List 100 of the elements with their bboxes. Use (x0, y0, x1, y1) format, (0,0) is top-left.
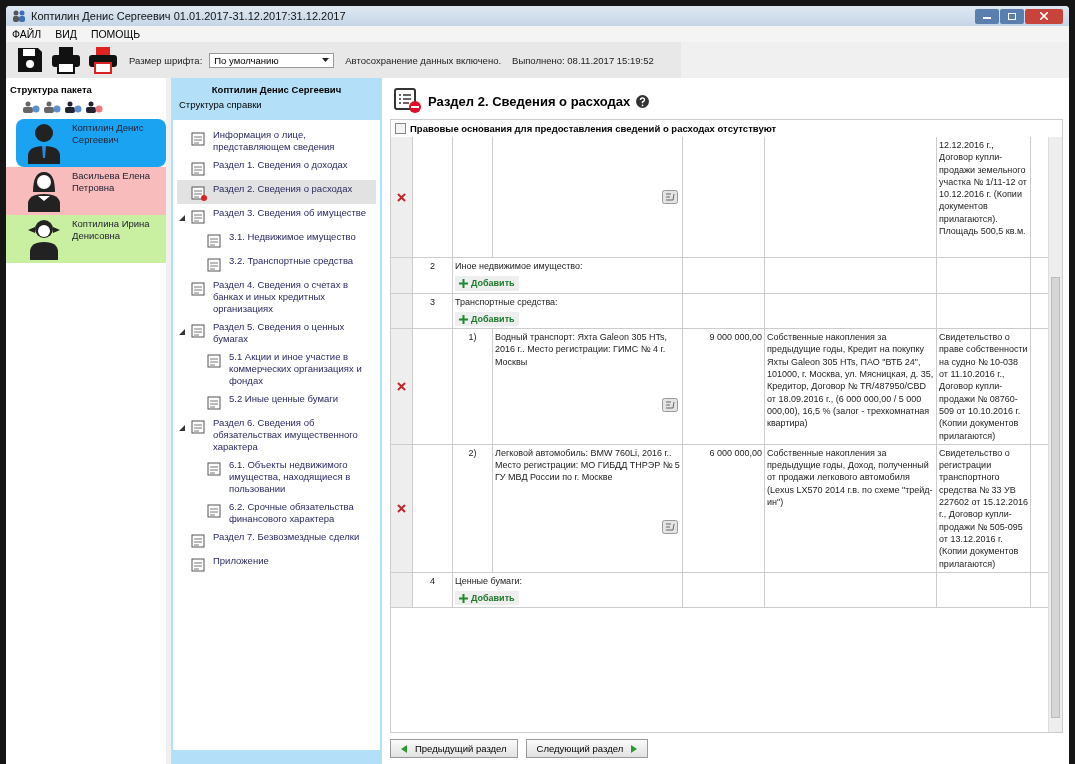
print-icon[interactable] (51, 46, 81, 74)
document-icon (207, 461, 223, 477)
panel-title: Структура пакета (9, 83, 93, 97)
table-cell: 1) (453, 329, 493, 444)
tree-item-label: Раздел 5. Сведения о ценных бумагах (213, 321, 346, 345)
tree-item[interactable]: 6.2. Срочные обязательства финансового характера (177, 498, 376, 528)
no-grounds-checkbox[interactable]: Правовые основания для предоставления сведений о расходах отсутствуют (391, 120, 1062, 137)
print-icon[interactable] (88, 46, 118, 74)
previous-section-button[interactable]: Предыдущий раздел (390, 739, 518, 758)
minimize-button[interactable] (975, 8, 999, 24)
tree-item-label: 3.1. Недвижимое имущество (229, 231, 356, 243)
people-icon (12, 10, 26, 22)
table-cell: 9 000 000,00 (683, 329, 765, 444)
add-button[interactable]: Добавить (455, 276, 519, 291)
table-cell: 12.12.2016 г., Договор купли-продажи земельного участка № 1/11-12 от 10.12.2016 г. (Копии документов прилагаются). Площадь 500,5 кв.м. (937, 137, 1031, 257)
left-arrow-icon (401, 744, 407, 753)
window-title: Коптилин Денис Сергеевич 01.01.2017-31.12.2017:31.12.2017 (31, 10, 346, 22)
delete-icon[interactable] (397, 503, 406, 513)
menu-item[interactable]: ПОМОЩЬ (90, 28, 141, 40)
description-text: Легковой автомобиль: BMW 760Li, 2016 г.. Место регистрации: МО ГИБДД ТНРЭР № 5 ГУ МВД России по г. Москве (495, 446, 680, 484)
person-add-icon[interactable] (64, 101, 82, 113)
tree-item[interactable]: Раздел 2. Сведения о расходах (177, 180, 376, 204)
font-size-label: Размер шрифта: (129, 54, 203, 66)
next-section-button[interactable]: Следующий раздел (525, 739, 649, 758)
tree-item-label: 5.1 Акции и иное участие в коммерческих организациях и фондах (229, 351, 363, 387)
tree-item-label: Информация о лице, представляющем сведения (213, 129, 336, 153)
expand-arrow-icon[interactable] (179, 215, 185, 221)
plus-icon (459, 278, 468, 288)
scrollbar[interactable] (1048, 137, 1062, 732)
family-member[interactable]: Коптилина Ирина Денисовна (6, 215, 166, 263)
description-text: Водный транспорт: Яхта Galeon 305 HTs, 2016 г.. Место регистрации: ГИМС № 4 г. Москвы (495, 331, 668, 369)
edit-icon[interactable] (662, 519, 678, 534)
family-member[interactable]: Васильева Елена Петровна (6, 167, 166, 215)
maximize-button[interactable] (1000, 8, 1024, 24)
save-icon[interactable] (16, 46, 44, 74)
tree-item[interactable]: Раздел 3. Сведения об имуществе (177, 204, 376, 228)
document-icon (191, 323, 207, 339)
tree-item[interactable]: Раздел 6. Сведения об обязательствах имущественного характера (177, 414, 376, 456)
tree-item-label: Раздел 3. Сведения об имуществе (213, 207, 367, 219)
plus-icon (459, 593, 468, 603)
category-label: Иное недвижимое имущество: (455, 260, 584, 273)
menu-item[interactable]: ФАЙЛ (12, 28, 42, 40)
tree-item[interactable]: 5.1 Акции и иное участие в коммерческих организациях и фондах (177, 348, 376, 390)
tree-item[interactable]: Приложение (177, 552, 376, 576)
expand-arrow-icon[interactable] (179, 329, 185, 335)
menu-item[interactable]: ВИД (55, 28, 77, 40)
expand-arrow-icon[interactable] (179, 425, 185, 431)
panel-subtitle: Структура справки (178, 99, 263, 112)
close-icon (1040, 12, 1048, 20)
document-icon (191, 533, 207, 549)
member-name: Коптилина Ирина Денисовна (72, 218, 151, 242)
add-button[interactable]: Добавить (455, 311, 519, 327)
delete-icon[interactable] (397, 192, 406, 202)
tree-item-label: 5.2 Иные ценные бумаги (229, 393, 338, 405)
right-arrow-icon (631, 744, 638, 753)
tree-item[interactable]: 6.1. Объекты недвижимого имущества, находящиеся в пользовании (177, 456, 376, 498)
edit-icon[interactable] (662, 397, 678, 412)
tree-item[interactable]: Раздел 1. Сведения о доходах (177, 156, 376, 180)
avatar-silhouette-icon (26, 218, 62, 260)
tree-item-label: Раздел 4. Сведения о счетах в банках и иных кредитных организациях (213, 279, 350, 315)
document-icon (191, 419, 207, 435)
table-cell: 2 (413, 258, 453, 293)
table-cell: Собственные накопления за предыдущие годы, Доход, полученный от продажи легкового автомобиля (Lexus LX570 2014 г.в. по схеме "трейд-ин") (765, 444, 937, 572)
document-icon (191, 185, 207, 201)
avatar-silhouette-icon (26, 170, 62, 212)
family-member[interactable]: Коптилин Денис Сергеевич (16, 119, 166, 167)
document-icon (191, 281, 207, 297)
tree-item-label: Раздел 7. Безвозмездные сделки (213, 531, 360, 543)
help-icon[interactable] (636, 94, 650, 108)
section-title: Раздел 2. Сведения о расходах (428, 93, 631, 109)
tree-item[interactable]: 3.1. Недвижимое имущество (177, 228, 376, 252)
add-button[interactable]: Добавить (455, 591, 519, 606)
document-icon (207, 257, 223, 273)
tree-item[interactable]: 3.2. Транспортные средства (177, 252, 376, 276)
member-name: Васильева Елена Петровна (72, 170, 151, 194)
tree-item[interactable]: Раздел 4. Сведения о счетах в банках и иных кредитных организациях (177, 276, 376, 318)
person-add-icon[interactable] (85, 101, 103, 113)
checkbox[interactable] (395, 123, 406, 134)
tree-item-label: Приложение (213, 555, 269, 567)
tree-item[interactable]: Раздел 5. Сведения о ценных бумагах (177, 318, 376, 348)
category-label: Ценные бумаги: (455, 574, 523, 588)
table-cell: 6 000 000,00 (683, 444, 765, 572)
document-icon (207, 395, 223, 411)
table-cell: Свидетельство о праве собственности на судно № 10-038 от 11.10.2016 г., Договор купли-продажи № 08760-509 от 10.10.2016 г. (Копии документов прилагаются) (937, 329, 1031, 444)
close-button[interactable] (1025, 8, 1063, 24)
category-label: Транспортные средства: (455, 295, 559, 308)
tree-item[interactable]: Раздел 7. Безвозмездные сделки (177, 528, 376, 552)
tree-item-label: Раздел 1. Сведения о доходах (213, 159, 348, 171)
member-name: Коптилин Денис Сергеевич (72, 122, 145, 146)
plus-icon (459, 314, 468, 324)
tree-item[interactable]: Информация о лице, представляющем сведения (177, 126, 376, 156)
document-icon (207, 503, 223, 519)
tree-item-label: 3.2. Транспортные средства (229, 255, 354, 267)
font-size-dropdown[interactable]: По умолчанию (209, 52, 335, 68)
document-icon (191, 557, 207, 573)
document-icon (191, 209, 207, 225)
table-cell: 2) (453, 444, 493, 572)
delete-icon[interactable] (397, 382, 406, 391)
tree-item[interactable]: 5.2 Иные ценные бумаги (177, 390, 376, 414)
maximize-icon (1008, 12, 1016, 20)
